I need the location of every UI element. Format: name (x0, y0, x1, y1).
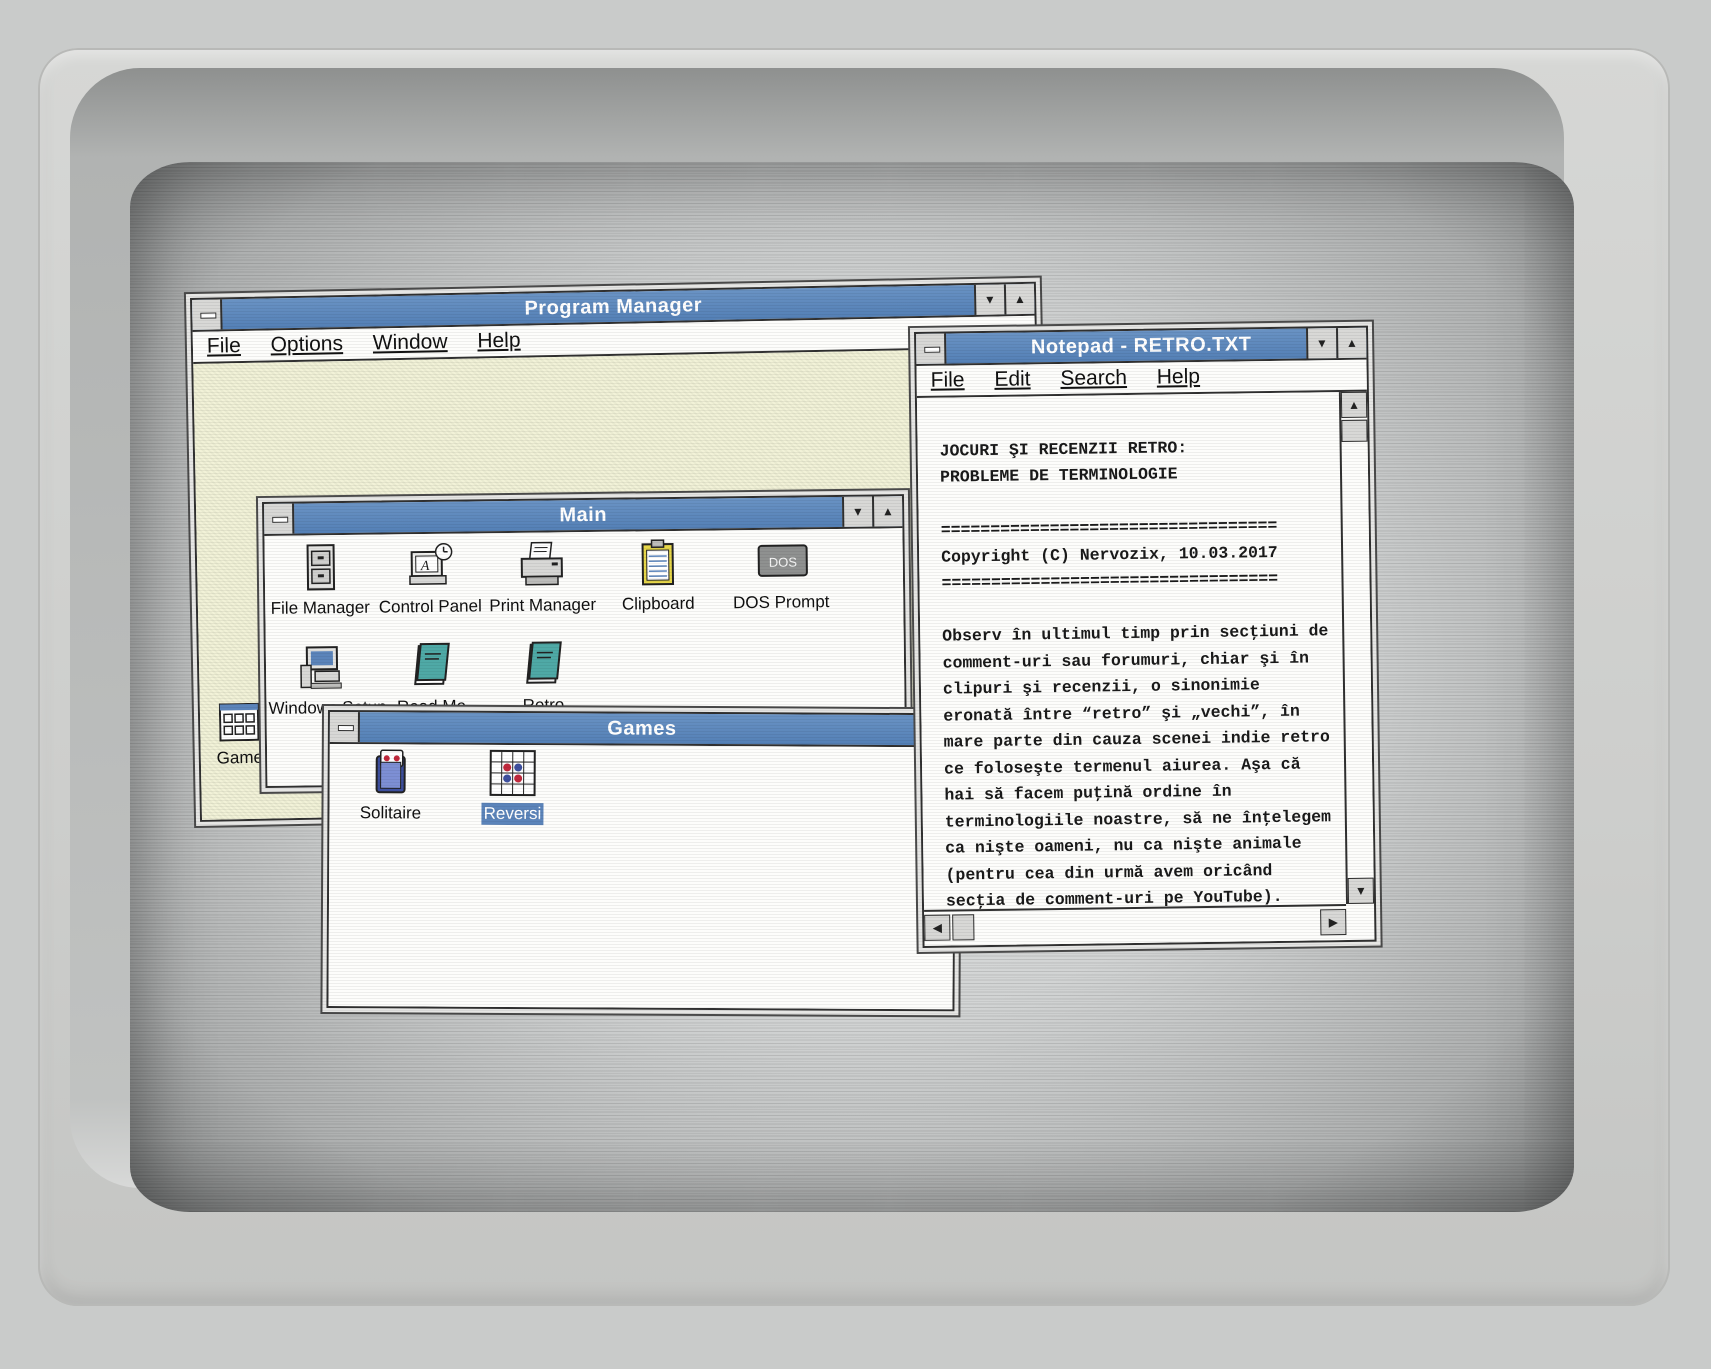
scroll-thumb[interactable] (1341, 419, 1368, 443)
text-line: hai să facem puţină ordine în (944, 781, 1232, 805)
system-menu-button[interactable] (264, 503, 295, 534)
icon-windows-setup[interactable]: Windows Setup (266, 643, 387, 720)
menu-help[interactable]: Help (477, 329, 521, 353)
icon-print-manager[interactable]: Print Manager (486, 540, 597, 617)
games-group-titlebar[interactable]: Games ▼ (329, 712, 954, 748)
menu-file[interactable]: File (207, 334, 241, 358)
text-line: JOCURI ŞI RECENZII RETRO: (939, 437, 1188, 461)
minimized-group-label: Game (216, 747, 264, 768)
icon-label: Clipboard (621, 593, 695, 614)
scroll-down-button[interactable]: ▼ (1347, 877, 1375, 904)
icon-clipboard[interactable]: Clipboard (602, 538, 713, 615)
notepad-title: Notepad - RETRO.TXT (1030, 333, 1252, 359)
main-group-title: Main (559, 503, 608, 527)
minimize-button[interactable]: ▼ (1305, 328, 1337, 359)
system-menu-button[interactable] (192, 299, 223, 330)
scroll-right-button[interactable]: ▶ (1320, 909, 1347, 936)
reversi-icon (489, 749, 537, 797)
minimize-button[interactable]: ▼ (973, 284, 1005, 315)
icon-label: Print Manager (489, 594, 597, 616)
icon-label: Solitaire (359, 803, 422, 823)
scroll-thumb[interactable] (952, 914, 975, 941)
printer-icon (517, 540, 566, 589)
menu-options[interactable]: Options (270, 332, 343, 356)
menu-window[interactable]: Window (373, 330, 448, 354)
notepad-text-area[interactable]: JOCURI ŞI RECENZII RETRO: PROBLEME DE TE… (916, 392, 1347, 911)
maximize-button[interactable]: ▲ (871, 496, 903, 527)
icon-control-panel[interactable]: A Control Panel (375, 541, 486, 618)
menu-edit[interactable]: Edit (994, 367, 1031, 391)
program-manager-title: Program Manager (524, 294, 703, 320)
svg-text:A: A (420, 559, 430, 574)
text-line: PROBLEME DE TERMINOLOGIE (939, 464, 1178, 487)
minimize-button[interactable]: ▼ (841, 496, 873, 527)
text-line: comment-uri sau forumuri, chiar şi în (942, 648, 1310, 673)
text-line: eronată între “retro” şi „vechi”, în (943, 701, 1300, 726)
icon-solitaire[interactable]: Solitaire (335, 748, 445, 825)
horizontal-scrollbar[interactable]: ◀ ▶ (924, 904, 1347, 946)
icon-label: DOS Prompt (732, 592, 830, 613)
games-group-title: Games (607, 717, 677, 740)
maximize-button[interactable]: ▲ (1335, 327, 1367, 359)
control-panel-icon: A (406, 542, 455, 591)
text-line: clipuri şi recenzii, o sinonimie (942, 675, 1260, 699)
notepad-icon (519, 640, 568, 689)
file-cabinet-icon (296, 543, 345, 592)
crt-screen: Program Manager ▼ ▲ File Options Window … (130, 162, 1574, 1212)
menu-file[interactable]: File (931, 368, 965, 391)
vertical-scrollbar[interactable]: ▲ ▼ (1338, 391, 1375, 905)
windows-setup-icon (297, 643, 346, 692)
text-line: ================================== (940, 515, 1278, 540)
notepad-icon (407, 642, 456, 691)
icon-label: File Manager (270, 597, 371, 618)
solitaire-icon (367, 748, 415, 796)
scroll-up-button[interactable]: ▲ (1340, 391, 1368, 419)
icon-label: Control Panel (378, 596, 482, 617)
maximize-button[interactable]: ▲ (1003, 283, 1035, 315)
scroll-left-button[interactable]: ◀ (924, 914, 951, 941)
clipboard-icon (633, 539, 682, 588)
text-line: ================================== (941, 568, 1279, 593)
text-line: Observ în ultimul timp prin secţiuni de (942, 621, 1329, 646)
svg-text:DOS: DOS (769, 554, 798, 569)
text-line: ce foloseşte termenul aiurea. Aşa că (943, 754, 1301, 779)
text-line: ca nişte oameni, nu ca nişte animale (945, 833, 1302, 858)
text-line: terminologiile noastre, să ne înţelegem (944, 806, 1332, 832)
menu-help[interactable]: Help (1157, 365, 1201, 389)
system-menu-button[interactable] (329, 712, 360, 743)
text-line: (pentru cea din urmă avem oricând (945, 860, 1273, 885)
notepad-text: JOCURI ŞI RECENZII RETRO: PROBLEME DE TE… (939, 407, 1332, 915)
dos-prompt-icon: DOS (756, 537, 808, 586)
icon-retro[interactable]: Retro (488, 640, 599, 717)
icon-reversi[interactable]: Reversi (457, 749, 567, 826)
icon-file-manager[interactable]: File Manager (265, 543, 376, 620)
program-group-icon (218, 702, 260, 742)
icon-read-me[interactable]: Read Me (376, 641, 487, 718)
menu-search[interactable]: Search (1060, 366, 1127, 390)
text-line: mare parte din cauza scenei indie retro (943, 727, 1330, 752)
games-group-window: Games ▼ Solitaire (326, 710, 956, 1012)
text-line: Copyright (C) Nervozix, 10.03.2017 (941, 542, 1278, 567)
icon-dos-prompt[interactable]: DOS DOS Prompt (720, 537, 841, 614)
games-group-content: Solitaire Reversi (328, 744, 954, 1010)
system-menu-button[interactable] (916, 333, 947, 364)
notepad-window: Notepad - RETRO.TXT ▼ ▲ File Edit Search… (914, 325, 1377, 948)
icon-label-selected: Reversi (481, 802, 544, 826)
